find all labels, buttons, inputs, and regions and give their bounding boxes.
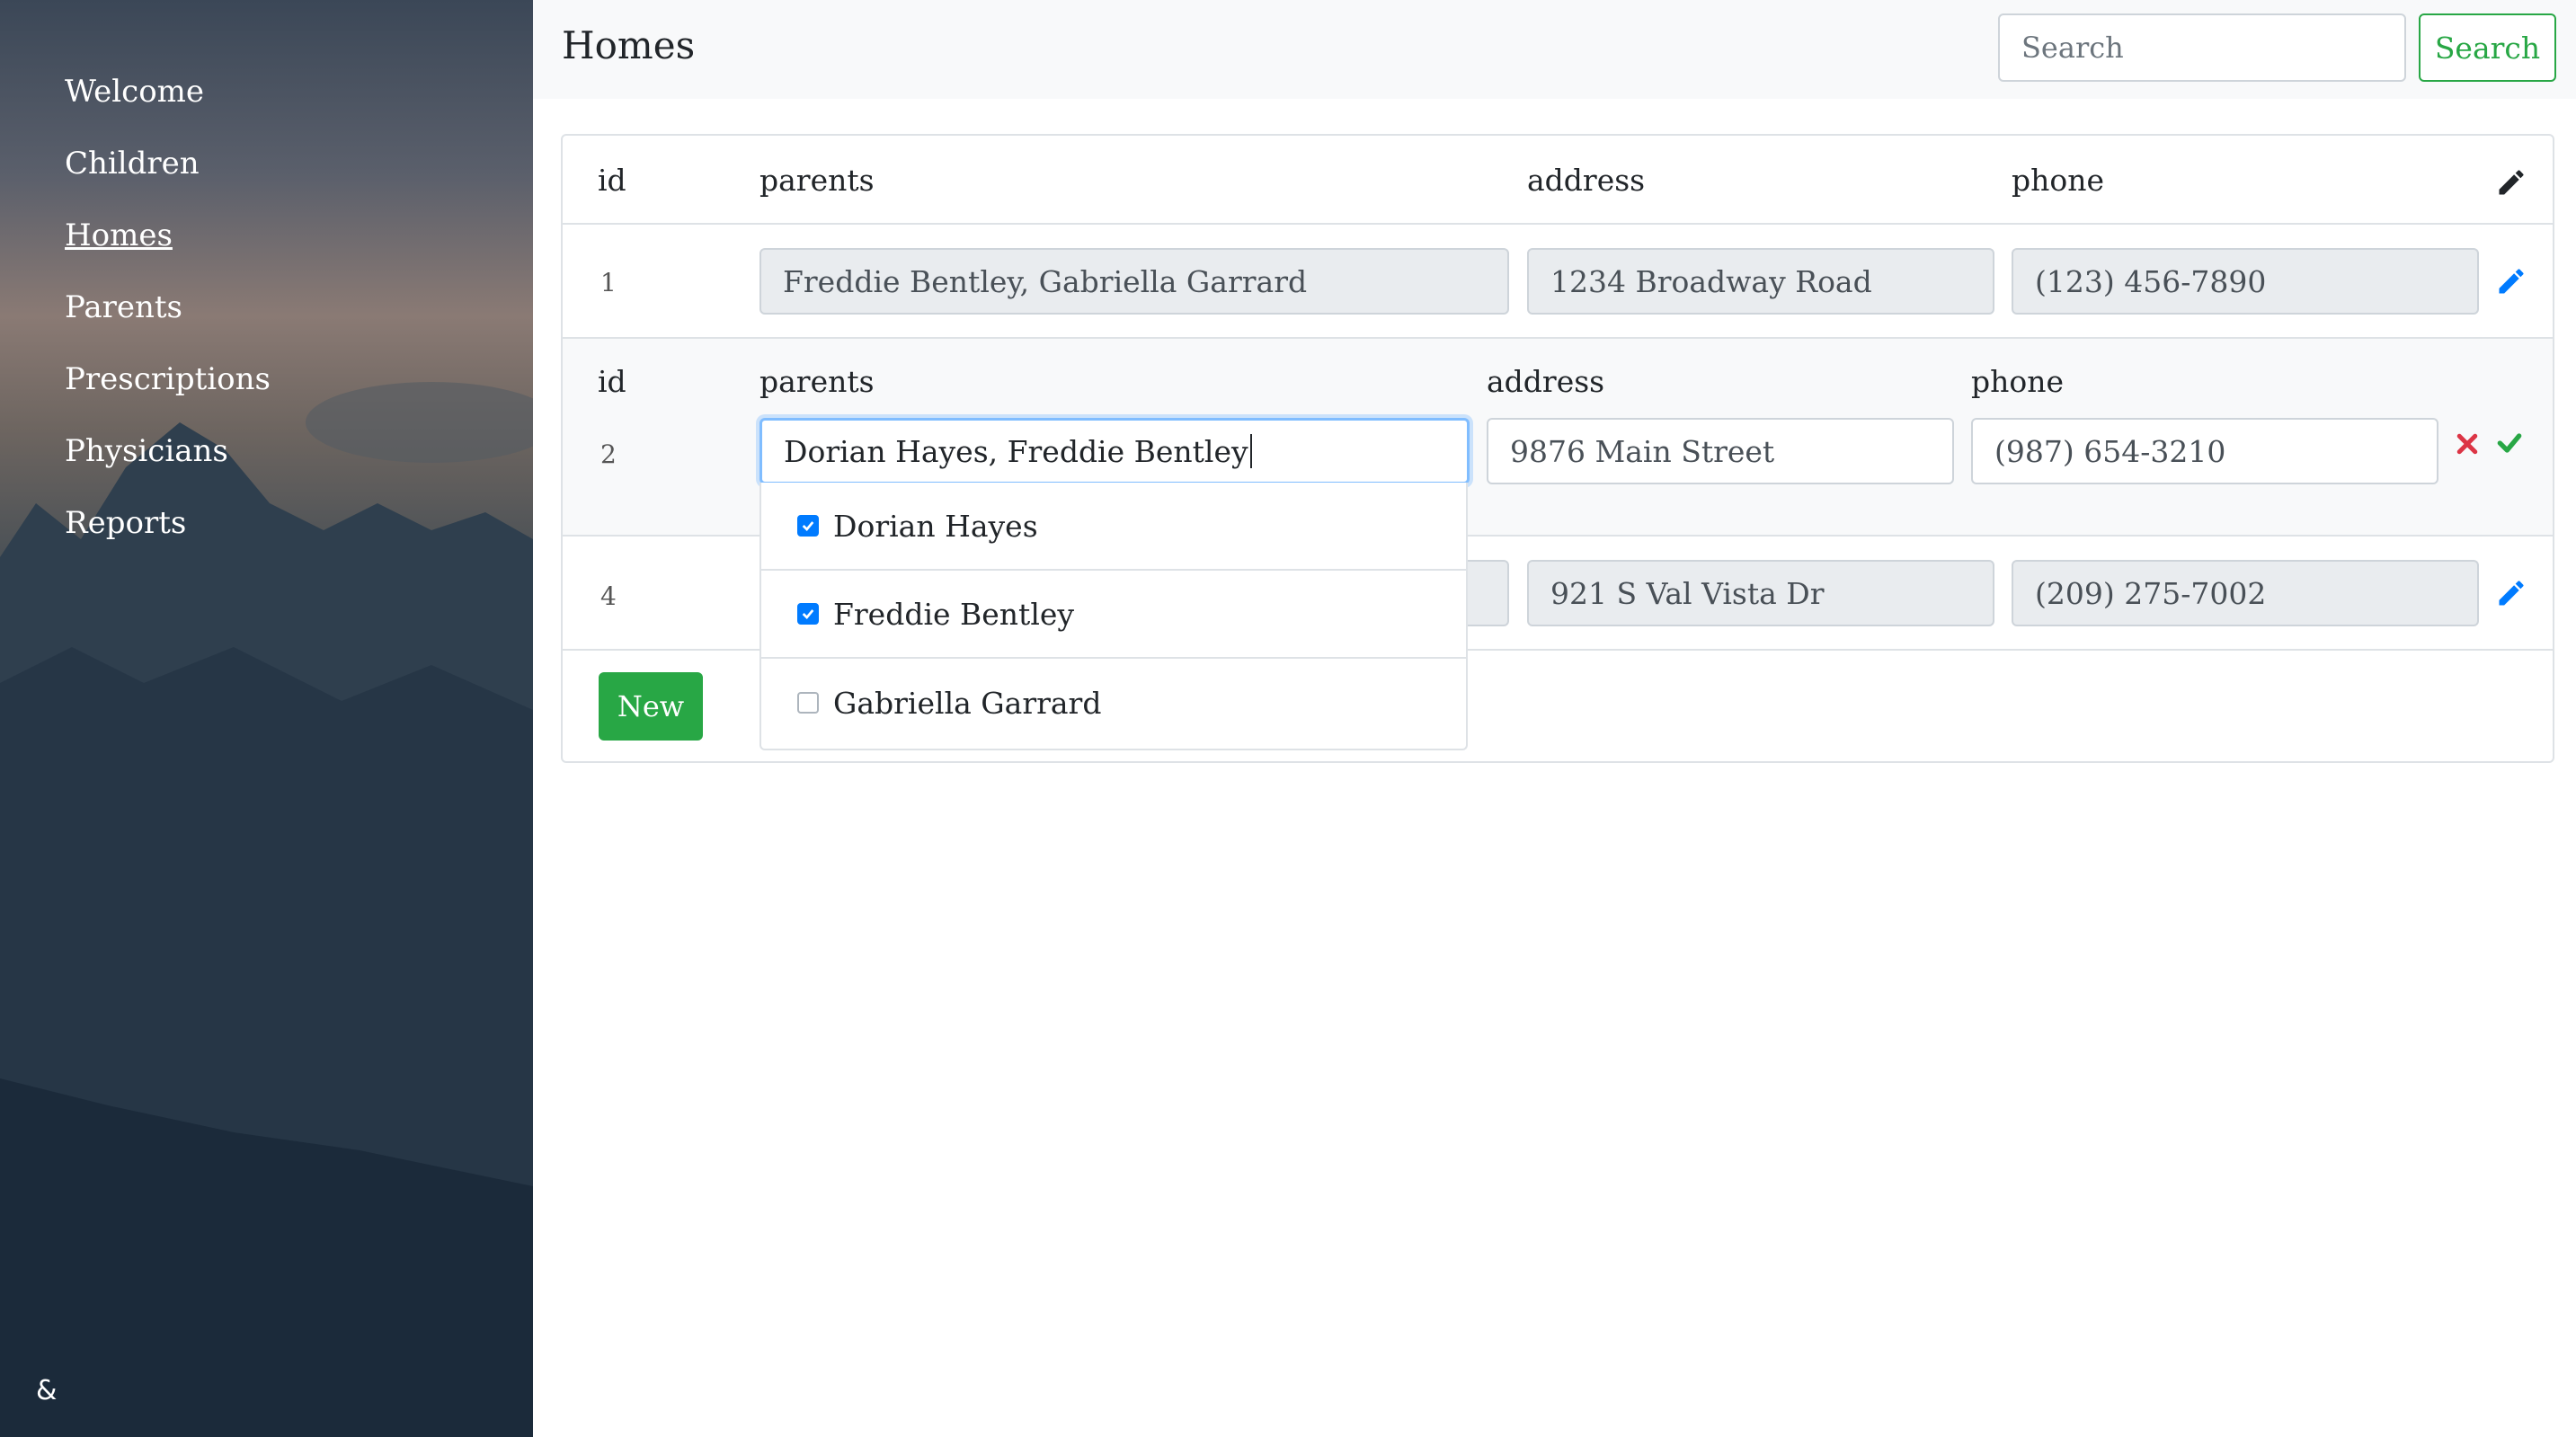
checkbox-checked-icon[interactable] — [797, 515, 819, 537]
address-field: 1234 Broadway Road — [1527, 248, 1994, 315]
sidebar-item-physicians[interactable]: Physicians — [65, 433, 228, 469]
address-input[interactable]: 9876 Main Street — [1487, 418, 1954, 484]
dropdown-option-label: Gabriella Garrard — [833, 685, 1102, 721]
table-header-row: id parents address phone — [563, 136, 2553, 225]
dropdown-option-label: Dorian Hayes — [833, 508, 1038, 544]
parents-field: Freddie Bentley, Gabriella Garrard — [759, 248, 1509, 315]
column-header-id: id — [598, 163, 626, 198]
column-header-parents: parents — [759, 163, 875, 198]
edit-pencil-icon[interactable] — [2495, 577, 2527, 609]
dropdown-option[interactable]: Dorian Hayes — [761, 483, 1466, 571]
parents-input-value: Dorian Hayes, Freddie Bentley — [784, 433, 1248, 469]
dropdown-option-label: Freddie Bentley — [833, 596, 1075, 632]
checkbox-unchecked-icon[interactable] — [797, 692, 819, 714]
ampersand-logo-icon[interactable]: & — [36, 1375, 57, 1406]
save-check-icon[interactable] — [2495, 429, 2524, 457]
edit-label-parents: parents — [759, 364, 875, 399]
sidebar-item-reports[interactable]: Reports — [65, 505, 186, 541]
dropdown-option[interactable]: Gabriella Garrard — [761, 659, 1466, 747]
cancel-x-icon[interactable] — [2454, 430, 2481, 457]
search-input[interactable] — [1998, 13, 2406, 82]
column-header-address: address — [1527, 163, 1646, 198]
row-id: 1 — [600, 268, 617, 297]
row-id: 2 — [600, 439, 617, 469]
sidebar-item-parents[interactable]: Parents — [65, 289, 182, 325]
sidebar-item-children[interactable]: Children — [65, 146, 200, 182]
edit-label-address: address — [1487, 364, 1605, 399]
phone-field: (209) 275-7002 — [2012, 560, 2479, 626]
column-header-phone: phone — [2012, 163, 2105, 198]
sidebar-item-prescriptions[interactable]: Prescriptions — [65, 361, 271, 397]
sidebar: Welcome Children Homes Parents Prescript… — [0, 0, 533, 1437]
edit-pencil-icon[interactable] — [2495, 265, 2527, 297]
page-title: Homes — [562, 23, 696, 67]
text-caret — [1249, 434, 1252, 468]
top-bar: Homes Search — [533, 0, 2576, 99]
row-id: 4 — [600, 581, 617, 611]
phone-input[interactable]: (987) 654-3210 — [1971, 418, 2438, 484]
sidebar-nav: Welcome Children Homes Parents Prescript… — [65, 56, 271, 559]
parents-dropdown-menu: Dorian Hayes Freddie Bentley Gabriella G… — [759, 483, 1468, 750]
phone-field: (123) 456-7890 — [2012, 248, 2479, 315]
new-button[interactable]: New — [599, 672, 703, 741]
edit-label-id: id — [598, 364, 626, 399]
pencil-icon — [2499, 170, 2524, 195]
sidebar-item-homes[interactable]: Homes — [65, 217, 173, 253]
edit-label-phone: phone — [1971, 364, 2065, 399]
search-button[interactable]: Search — [2419, 13, 2556, 82]
checkbox-checked-icon[interactable] — [797, 603, 819, 625]
dropdown-option[interactable]: Freddie Bentley — [761, 571, 1466, 659]
sidebar-item-welcome[interactable]: Welcome — [65, 74, 204, 110]
parents-multiselect-input[interactable]: Dorian Hayes, Freddie Bentley — [759, 418, 1470, 484]
table-row: 1 Freddie Bentley, Gabriella Garrard 123… — [563, 225, 2553, 339]
address-field: 921 S Val Vista Dr — [1527, 560, 1994, 626]
